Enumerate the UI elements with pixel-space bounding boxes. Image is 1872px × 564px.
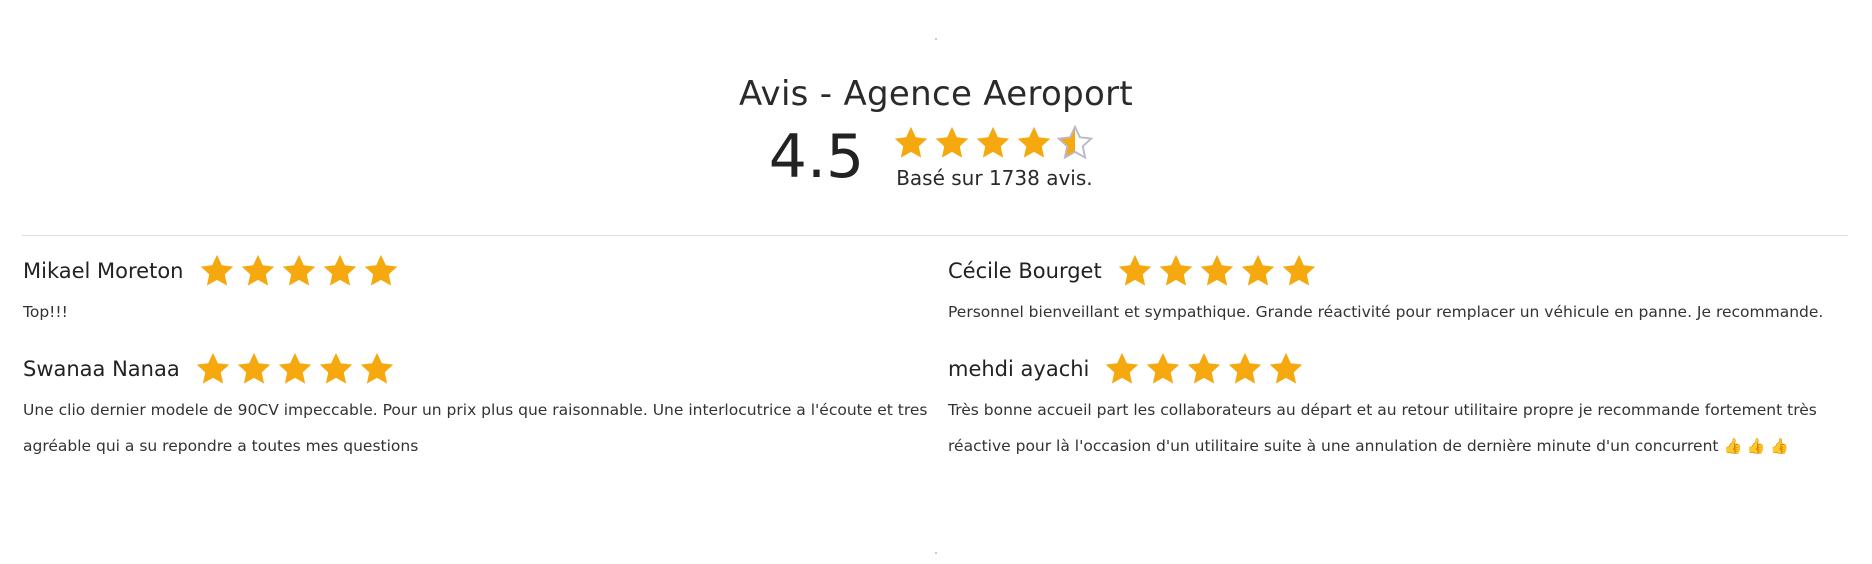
star-filled-icon bbox=[1106, 352, 1139, 384]
review-text: Top!!! bbox=[23, 303, 68, 321]
star-filled-icon bbox=[319, 352, 352, 384]
star-filled-icon bbox=[1159, 254, 1192, 286]
reviews-grid: Mikael Moreton Top!!! Cécile Bourget Per… bbox=[23, 252, 1849, 464]
reviewer-name: Mikael Moreton bbox=[23, 259, 184, 283]
review-header: Mikael Moreton bbox=[23, 252, 928, 290]
reviewer-name: Swanaa Nanaa bbox=[23, 357, 180, 381]
star-filled-icon bbox=[278, 352, 311, 384]
review-text: Une clio dernier modele de 90CV impeccab… bbox=[23, 401, 928, 455]
review-text: Personnel bienveillant et sympathique. G… bbox=[948, 303, 1824, 321]
star-filled-icon bbox=[364, 254, 397, 286]
star-filled-icon bbox=[237, 352, 270, 384]
star-filled-icon bbox=[200, 254, 233, 286]
star-half-icon bbox=[1056, 124, 1094, 160]
review-rating-stars bbox=[1116, 252, 1321, 290]
star-filled-icon bbox=[1229, 352, 1262, 384]
review-count-text: Basé sur 1738 avis. bbox=[896, 166, 1093, 190]
average-rating-stars bbox=[892, 124, 1097, 162]
star-filled-icon bbox=[1147, 352, 1180, 384]
star-filled-icon bbox=[935, 126, 969, 158]
star-filled-icon bbox=[282, 254, 315, 286]
rating-details: Basé sur 1738 avis. bbox=[892, 124, 1097, 190]
review-header: mehdi ayachi bbox=[948, 350, 1829, 388]
review-rating-stars bbox=[198, 252, 403, 290]
review-rating-stars bbox=[1103, 350, 1308, 388]
review-rating-stars bbox=[194, 350, 399, 388]
star-filled-icon bbox=[1270, 352, 1303, 384]
star-filled-icon bbox=[894, 126, 928, 158]
average-rating: 4.5 bbox=[768, 122, 865, 192]
star-filled-icon bbox=[196, 352, 229, 384]
review-header: Swanaa Nanaa bbox=[23, 350, 928, 388]
rating-row: 4.5 Basé sur 1738 avis. bbox=[0, 122, 1872, 192]
review-card: Cécile Bourget Personnel bienveillant et… bbox=[948, 252, 1849, 330]
review-text: Très bonne accueil part les collaborateu… bbox=[948, 392, 1829, 464]
page-title: Avis - Agence Aeroport bbox=[738, 74, 1134, 114]
review-header: Cécile Bourget bbox=[948, 252, 1829, 290]
star-filled-icon bbox=[1188, 352, 1221, 384]
review-card: mehdi ayachi Très bonne accueil part les… bbox=[948, 350, 1849, 464]
star-filled-icon bbox=[1200, 254, 1233, 286]
thumbs-up-emoji: 👍 👍 👍 bbox=[1723, 437, 1790, 455]
reviewer-name: mehdi ayachi bbox=[948, 357, 1090, 381]
star-filled-icon bbox=[1282, 254, 1315, 286]
review-text-body: Très bonne accueil part les collaborateu… bbox=[948, 401, 1817, 455]
reviewer-name: Cécile Bourget bbox=[948, 259, 1102, 283]
rating-summary: Avis - Agence Aeroport 4.5 Basé sur 1738… bbox=[0, 68, 1872, 192]
star-filled-icon bbox=[1241, 254, 1274, 286]
decorative-dot bbox=[935, 38, 937, 40]
decorative-dot bbox=[935, 552, 937, 554]
star-filled-icon bbox=[1017, 126, 1051, 158]
star-filled-icon bbox=[323, 254, 356, 286]
review-card: Swanaa Nanaa Une clio dernier modele de … bbox=[23, 350, 948, 464]
review-card: Mikael Moreton Top!!! bbox=[23, 252, 948, 330]
divider bbox=[22, 235, 1848, 236]
star-filled-icon bbox=[976, 126, 1010, 158]
star-filled-icon bbox=[241, 254, 274, 286]
star-filled-icon bbox=[1118, 254, 1151, 286]
star-filled-icon bbox=[360, 352, 393, 384]
